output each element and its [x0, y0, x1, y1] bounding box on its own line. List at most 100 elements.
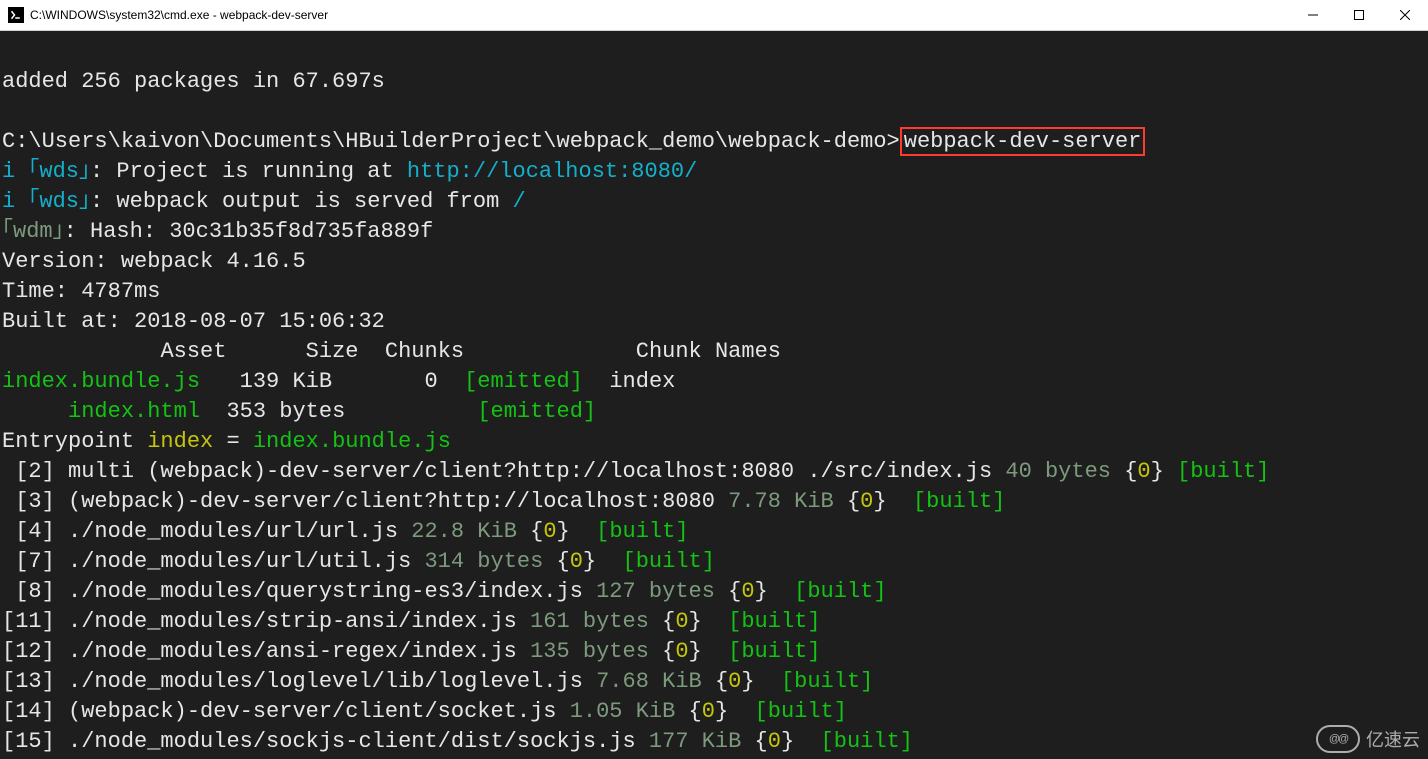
- asset-status: [emitted]: [464, 369, 583, 394]
- brace: {: [662, 609, 675, 634]
- close-button[interactable]: [1382, 0, 1428, 30]
- mod-size: 177 KiB: [636, 729, 755, 754]
- mod-id: [7]: [15, 549, 68, 574]
- built-tag: [built]: [768, 669, 874, 694]
- mod-path: ./node_modules/strip-ansi/index.js: [68, 609, 517, 634]
- mod-id: [2]: [15, 459, 68, 484]
- asset-chunks: 0: [425, 369, 438, 394]
- mod-size: 1.05 KiB: [557, 699, 689, 724]
- brace: }: [583, 549, 596, 574]
- mod-id: [4]: [15, 519, 68, 544]
- wds-tag: i ｢wds｣: [2, 189, 90, 214]
- mod-path: ./node_modules/loglevel/lib/loglevel.js: [68, 669, 583, 694]
- wdm-tag: ｢wdm｣: [2, 219, 64, 244]
- chunk-n: 0: [675, 609, 688, 634]
- chunk-n: 0: [741, 579, 754, 604]
- time-label: Time:: [2, 279, 81, 304]
- mod-size: 127 bytes: [583, 579, 728, 604]
- built-tag: [built]: [609, 549, 715, 574]
- built-tag: [built]: [715, 639, 821, 664]
- mod-path: ./node_modules/sockjs-client/dist/sockjs…: [68, 729, 636, 754]
- brace: {: [1124, 459, 1137, 484]
- brace: {: [689, 699, 702, 724]
- chunk-n: 0: [702, 699, 715, 724]
- entry-eq: =: [213, 429, 253, 454]
- server-url: http://localhost:8080/: [407, 159, 697, 184]
- prompt-path: C:\Users\kaivon\Documents\HBuilderProjec…: [2, 129, 900, 154]
- hash-label: : Hash:: [64, 219, 170, 244]
- wds-tag: i ｢wds｣: [2, 159, 90, 184]
- output-line: added 256 packages in 67.697s: [2, 69, 385, 94]
- mod-size: 7.68 KiB: [583, 669, 715, 694]
- mod-id: [11]: [2, 609, 68, 634]
- brace: }: [873, 489, 886, 514]
- mod-path: multi (webpack)-dev-server/client?http:/…: [68, 459, 992, 484]
- chunk-n: 0: [675, 639, 688, 664]
- brace: {: [557, 549, 570, 574]
- mod-size: 314 bytes: [411, 549, 556, 574]
- window-controls: [1290, 0, 1428, 30]
- minimize-button[interactable]: [1290, 0, 1336, 30]
- brace: }: [715, 699, 728, 724]
- brace: }: [689, 639, 702, 664]
- mod-id: [3]: [15, 489, 68, 514]
- mod-id: [12]: [2, 639, 68, 664]
- entry-file: index.bundle.js: [253, 429, 451, 454]
- time-value: 4787ms: [81, 279, 160, 304]
- cmd-icon: [8, 7, 24, 23]
- built-tag: [built]: [900, 489, 1006, 514]
- brace: }: [755, 579, 768, 604]
- mod-path: (webpack)-dev-server/client/socket.js: [68, 699, 556, 724]
- brace: }: [1151, 459, 1164, 484]
- brace: }: [689, 609, 702, 634]
- watermark-text: 亿速云: [1366, 726, 1420, 752]
- brace: {: [715, 669, 728, 694]
- window-title: C:\WINDOWS\system32\cmd.exe - webpack-de…: [30, 8, 328, 22]
- asset-name: index.bundle.js: [2, 369, 200, 394]
- brace: }: [741, 669, 754, 694]
- entry-label: Entrypoint: [2, 429, 147, 454]
- terminal-output[interactable]: added 256 packages in 67.697s C:\Users\k…: [0, 31, 1428, 759]
- wds-text: : Project is running at: [90, 159, 407, 184]
- mod-id: [8]: [15, 579, 68, 604]
- asset-name: index.html: [68, 399, 200, 424]
- command-typed: webpack-dev-server: [900, 127, 1146, 156]
- hash-value: 30c31b35f8d735fa889f: [169, 219, 433, 244]
- brace: {: [662, 639, 675, 664]
- built-tag: [built]: [781, 579, 887, 604]
- brace: {: [728, 579, 741, 604]
- asset-size: 139 KiB: [240, 369, 332, 394]
- mod-size: 40 bytes: [992, 459, 1124, 484]
- wds-text: : webpack output is served from: [90, 189, 512, 214]
- mod-id: [13]: [2, 669, 68, 694]
- mod-path: ./node_modules/url/util.js: [68, 549, 411, 574]
- mod-path: (webpack)-dev-server/client?http://local…: [68, 489, 715, 514]
- chunk-n: 0: [1137, 459, 1150, 484]
- serve-path: /: [512, 189, 525, 214]
- brace: }: [781, 729, 794, 754]
- chunk-n: 0: [860, 489, 873, 514]
- col-asset: Asset: [160, 339, 226, 364]
- mod-id: [15]: [2, 729, 68, 754]
- mod-size: 7.78 KiB: [715, 489, 847, 514]
- entry-name: index: [147, 429, 213, 454]
- built-tag: [built]: [1164, 459, 1270, 484]
- brace: }: [557, 519, 570, 544]
- mod-path: ./node_modules/url/url.js: [68, 519, 398, 544]
- mod-size: 161 bytes: [517, 609, 662, 634]
- brace: {: [755, 729, 768, 754]
- maximize-button[interactable]: [1336, 0, 1382, 30]
- built-tag: [built]: [741, 699, 847, 724]
- mod-path: ./node_modules/ansi-regex/index.js: [68, 639, 517, 664]
- mod-id: [14]: [2, 699, 68, 724]
- brace: {: [847, 489, 860, 514]
- col-size: Size: [306, 339, 359, 364]
- mod-size: 22.8 KiB: [398, 519, 530, 544]
- brace: {: [530, 519, 543, 544]
- version-value: 4.16.5: [226, 249, 305, 274]
- built-tag: [built]: [583, 519, 689, 544]
- built-tag: [built]: [715, 609, 821, 634]
- window-titlebar: C:\WINDOWS\system32\cmd.exe - webpack-de…: [0, 0, 1428, 31]
- mod-size: 135 bytes: [517, 639, 662, 664]
- asset-size: 353 bytes: [226, 399, 345, 424]
